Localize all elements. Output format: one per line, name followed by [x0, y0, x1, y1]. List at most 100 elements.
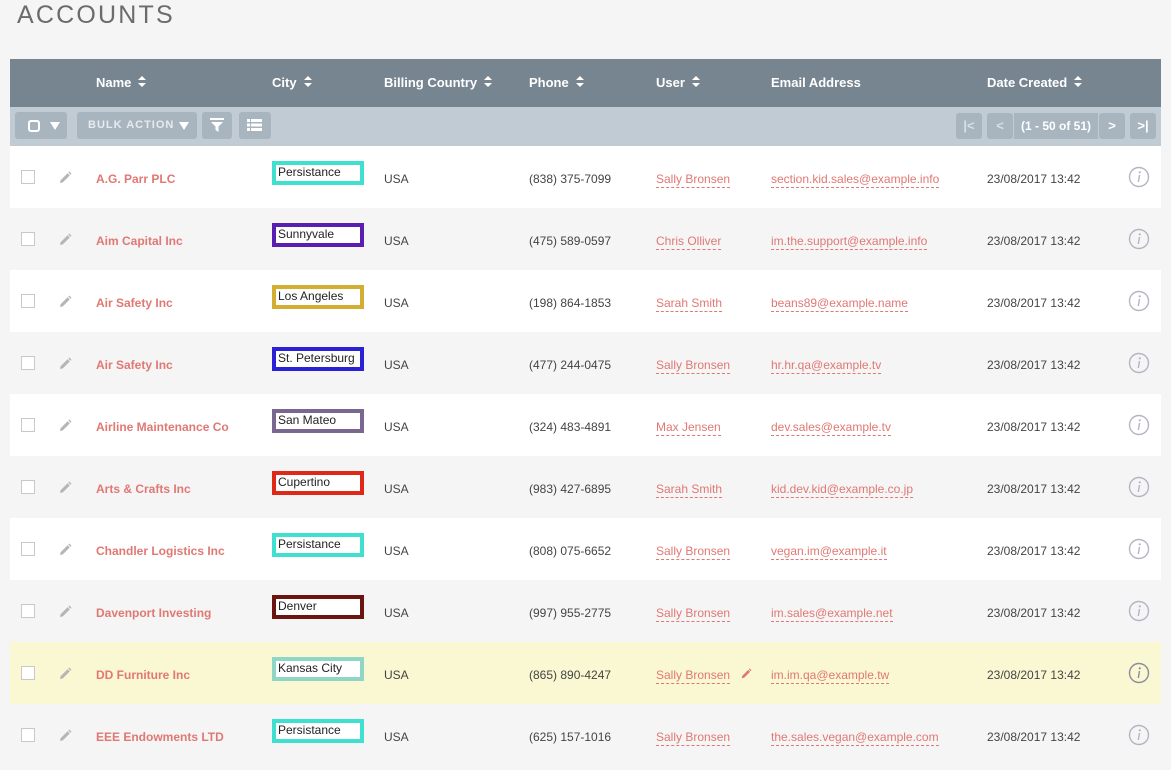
email-link[interactable]: beans89@example.name	[771, 296, 908, 312]
chevron-down-icon	[179, 122, 189, 130]
info-icon[interactable]	[1128, 352, 1150, 374]
sort-icon[interactable]	[691, 76, 700, 88]
row-checkbox[interactable]	[21, 418, 35, 432]
account-name-link[interactable]: Chandler Logistics Inc	[96, 518, 225, 580]
date-created-value: 23/08/2017 13:42	[987, 296, 1081, 310]
column-header-user[interactable]: User	[656, 59, 700, 107]
row-checkbox[interactable]	[21, 604, 35, 618]
billing-country-value: USA	[384, 296, 409, 310]
date-created-value: 23/08/2017 13:42	[987, 544, 1081, 558]
assigned-user-link[interactable]: Chris Olliver	[656, 234, 722, 250]
pencil-icon[interactable]	[58, 543, 72, 557]
assigned-user-link[interactable]: Sally Bronsen	[656, 544, 731, 560]
account-name-link[interactable]: Airline Maintenance Co	[96, 394, 229, 456]
account-name-link[interactable]: EEE Endowments LTD	[96, 704, 224, 766]
column-header-city[interactable]: City	[272, 59, 312, 107]
date-created-value: 23/08/2017 13:42	[987, 234, 1081, 248]
pagination-prev-button[interactable]: <	[987, 113, 1013, 139]
pencil-icon[interactable]	[58, 729, 72, 743]
email-link[interactable]: im.the.support@example.info	[771, 234, 928, 250]
row-checkbox[interactable]	[21, 170, 35, 184]
pencil-icon[interactable]	[58, 605, 72, 619]
info-icon[interactable]	[1128, 414, 1150, 436]
pencil-icon[interactable]	[740, 668, 752, 680]
assigned-user-link[interactable]: Sally Bronsen	[656, 358, 731, 374]
assigned-user-link[interactable]: Sarah Smith	[656, 296, 723, 312]
row-checkbox[interactable]	[21, 232, 35, 246]
info-icon[interactable]	[1128, 290, 1150, 312]
phone-value: (477) 244-0475	[529, 358, 612, 372]
select-all-dropdown-button[interactable]	[15, 112, 67, 139]
table-row: Airline Maintenance Co San Mateo USA (32…	[10, 394, 1161, 456]
date-created-value: 23/08/2017 13:42	[987, 172, 1081, 186]
pagination-last-button[interactable]: >|	[1130, 113, 1156, 139]
list-toolbar: BULK ACTION |< < (1 - 50 of 51) > >|	[10, 107, 1161, 146]
pencil-icon[interactable]	[58, 233, 72, 247]
filter-button[interactable]	[202, 112, 232, 139]
assigned-user-link[interactable]: Sally Bronsen	[656, 606, 731, 622]
row-checkbox[interactable]	[21, 666, 35, 680]
account-name-link[interactable]: Aim Capital Inc	[96, 208, 183, 270]
sort-icon[interactable]	[575, 76, 584, 88]
billing-country-value: USA	[384, 358, 409, 372]
info-icon[interactable]	[1128, 538, 1150, 560]
account-name-link[interactable]: Davenport Investing	[96, 580, 211, 642]
sort-icon[interactable]	[138, 76, 147, 88]
account-name-link[interactable]: DD Furniture Inc	[96, 642, 190, 704]
assigned-user-link[interactable]: Sarah Smith	[656, 482, 723, 498]
row-checkbox[interactable]	[21, 480, 35, 494]
table-header: Name City Billing Country Phone User Ema…	[10, 59, 1161, 107]
assigned-user-link[interactable]: Sally Bronsen	[656, 730, 731, 746]
row-checkbox[interactable]	[21, 542, 35, 556]
info-icon[interactable]	[1128, 724, 1150, 746]
pagination-next-button[interactable]: >	[1099, 113, 1125, 139]
phone-value: (324) 483-4891	[529, 420, 612, 434]
column-header-name[interactable]: Name	[96, 59, 147, 107]
bulk-action-button[interactable]: BULK ACTION	[77, 112, 197, 139]
email-link[interactable]: section.kid.sales@example.info	[771, 172, 940, 188]
row-checkbox[interactable]	[21, 728, 35, 742]
pencil-icon[interactable]	[58, 171, 72, 185]
info-icon[interactable]	[1128, 476, 1150, 498]
pencil-icon[interactable]	[58, 667, 72, 681]
column-header-date-created[interactable]: Date Created	[987, 59, 1083, 107]
assigned-user-link[interactable]: Sally Bronsen	[656, 172, 731, 188]
info-icon[interactable]	[1128, 600, 1150, 622]
sort-icon[interactable]	[303, 76, 312, 88]
account-name-link[interactable]: A.G. Parr PLC	[96, 146, 175, 208]
table-row: DD Furniture Inc Kansas City USA (865) 8…	[10, 642, 1161, 704]
email-link[interactable]: kid.dev.kid@example.co.jp	[771, 482, 914, 498]
page-title: ACCOUNTS	[17, 1, 175, 29]
pencil-icon[interactable]	[58, 481, 72, 495]
pagination-first-button[interactable]: |<	[956, 113, 982, 139]
column-header-phone[interactable]: Phone	[529, 59, 584, 107]
row-checkbox[interactable]	[21, 294, 35, 308]
pencil-icon[interactable]	[58, 419, 72, 433]
email-link[interactable]: im.im.qa@example.tw	[771, 668, 890, 684]
email-link[interactable]: the.sales.vegan@example.com	[771, 730, 939, 746]
assigned-user-link[interactable]: Sally Bronsen	[656, 668, 731, 684]
email-link[interactable]: hr.hr.qa@example.tv	[771, 358, 882, 374]
email-link[interactable]: dev.sales@example.tv	[771, 420, 892, 436]
column-header-billing-country[interactable]: Billing Country	[384, 59, 493, 107]
billing-country-value: USA	[384, 544, 409, 558]
sort-icon[interactable]	[1074, 76, 1083, 88]
info-icon[interactable]	[1128, 228, 1150, 250]
info-icon[interactable]	[1128, 662, 1150, 684]
date-created-value: 23/08/2017 13:42	[987, 358, 1081, 372]
account-name-link[interactable]: Arts & Crafts Inc	[96, 456, 191, 518]
email-link[interactable]: vegan.im@example.it	[771, 544, 887, 560]
assigned-user-link[interactable]: Max Jensen	[656, 420, 721, 436]
column-chooser-button[interactable]	[239, 112, 271, 139]
account-name-link[interactable]: Air Safety Inc	[96, 332, 173, 394]
phone-value: (997) 955-2775	[529, 606, 612, 620]
table-body: A.G. Parr PLC Persistance USA (838) 375-…	[10, 146, 1161, 766]
row-checkbox[interactable]	[21, 356, 35, 370]
email-link[interactable]: im.sales@example.net	[771, 606, 893, 622]
billing-country-value: USA	[384, 482, 409, 496]
account-name-link[interactable]: Air Safety Inc	[96, 270, 173, 332]
pencil-icon[interactable]	[58, 295, 72, 309]
info-icon[interactable]	[1128, 166, 1150, 188]
pencil-icon[interactable]	[58, 357, 72, 371]
sort-icon[interactable]	[484, 76, 493, 88]
